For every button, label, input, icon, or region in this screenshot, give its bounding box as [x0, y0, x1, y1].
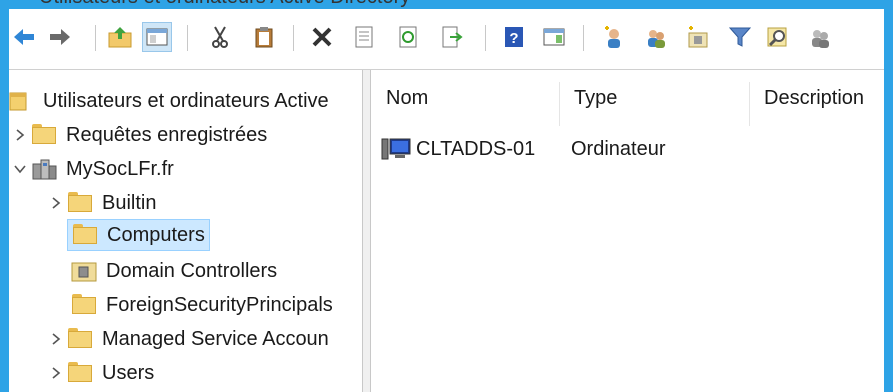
- column-divider[interactable]: [749, 82, 750, 126]
- folder-icon: [71, 294, 97, 316]
- folder-up-icon: [108, 27, 132, 48]
- tree-item-managed-service-accounts[interactable]: Managed Service Accoun: [45, 324, 329, 354]
- tree-root-label: Utilisateurs et ordinateurs Active: [43, 89, 329, 112]
- tree-item-label: MySocLFr.fr: [66, 157, 174, 180]
- tree-item-users[interactable]: Users: [45, 358, 154, 388]
- show-hide-console-tree-button[interactable]: [142, 22, 172, 52]
- filter-icon: [728, 27, 752, 47]
- item-type: Ordinateur: [571, 137, 666, 160]
- tree-item-domain[interactable]: MySocLFr.fr: [9, 154, 174, 184]
- tree-item-label: Computers: [107, 223, 205, 246]
- tree-item-label: Users: [102, 361, 155, 384]
- tree-root[interactable]: Utilisateurs et ordinateurs Active: [9, 86, 329, 116]
- chevron-right-icon[interactable]: [45, 196, 67, 210]
- properties-icon: [355, 26, 373, 48]
- toolbar: ?: [9, 9, 884, 69]
- computer-icon: [381, 137, 413, 161]
- folder-icon: [67, 362, 93, 384]
- item-name: CLTADDS-01: [416, 137, 536, 160]
- folder-icon: [67, 328, 93, 350]
- new-group-icon: [648, 30, 665, 48]
- folder-icon: [67, 192, 93, 214]
- delete-x-icon: [312, 27, 332, 47]
- new-group-button[interactable]: [641, 22, 671, 52]
- list-item[interactable]: CLTADDS-01 Ordinateur: [381, 134, 666, 164]
- find-button[interactable]: [763, 22, 793, 52]
- new-ou-icon: [688, 26, 708, 48]
- column-header-name[interactable]: Nom: [386, 78, 428, 118]
- forward-button[interactable]: [45, 22, 75, 52]
- console-tree: Utilisateurs et ordinateurs Active Requê…: [9, 70, 362, 392]
- clipboard-icon: [255, 27, 273, 48]
- tree-item-computers[interactable]: Computers: [67, 219, 210, 251]
- console-tree-icon: [146, 28, 168, 46]
- help-icon: ?: [505, 27, 523, 47]
- folder-icon: [31, 124, 57, 146]
- tree-item-label: Builtin: [102, 191, 157, 214]
- find-icon: [767, 27, 787, 47]
- tree-item-label: ForeignSecurityPrincipals: [106, 293, 333, 316]
- tree-item-domain-controllers[interactable]: Domain Controllers: [71, 256, 277, 286]
- refresh-button[interactable]: [393, 22, 423, 52]
- up-level-button[interactable]: [105, 22, 135, 52]
- copy-button[interactable]: [249, 22, 279, 52]
- tree-item-label: Requêtes enregistrées: [66, 123, 268, 146]
- details-list: Nom Type Description CLTADDS-01 Ordinate…: [371, 70, 884, 392]
- arrow-right-icon: [50, 29, 70, 45]
- chevron-right-icon[interactable]: [45, 332, 67, 346]
- snapin-icon: [9, 90, 29, 112]
- title-bar-fragment: Utilisateurs et ordinateurs Active Direc…: [9, 0, 884, 9]
- tree-item-saved-queries[interactable]: Requêtes enregistrées: [9, 120, 267, 150]
- action-pane-icon: [543, 28, 565, 46]
- arrow-left-icon: [14, 29, 34, 45]
- cut-button[interactable]: [205, 22, 235, 52]
- add-to-group-button[interactable]: [805, 22, 835, 52]
- tree-item-foreign-security-principals[interactable]: ForeignSecurityPrincipals: [71, 290, 333, 320]
- properties-button[interactable]: [349, 22, 379, 52]
- new-user-button[interactable]: [599, 22, 629, 52]
- chevron-down-icon[interactable]: [9, 164, 31, 174]
- column-header-type[interactable]: Type: [574, 78, 617, 118]
- chevron-right-icon[interactable]: [9, 128, 31, 142]
- folder-icon: [72, 224, 98, 246]
- chevron-right-icon[interactable]: [45, 366, 67, 380]
- tree-item-label: Managed Service Accoun: [102, 327, 329, 350]
- new-ou-button[interactable]: [683, 22, 713, 52]
- refresh-icon: [399, 26, 417, 48]
- tree-item-label: Domain Controllers: [106, 259, 278, 282]
- scissors-icon: [212, 26, 228, 48]
- new-user-icon: [605, 26, 620, 48]
- export-icon: [442, 26, 463, 48]
- column-divider[interactable]: [559, 82, 560, 126]
- domain-icon: [31, 158, 57, 180]
- add-to-group-icon: [812, 30, 829, 48]
- pane-splitter[interactable]: [362, 70, 371, 392]
- column-header-description[interactable]: Description: [764, 78, 864, 118]
- back-button[interactable]: [9, 22, 39, 52]
- help-button[interactable]: ?: [499, 22, 529, 52]
- delete-button[interactable]: [307, 22, 337, 52]
- tree-item-builtin[interactable]: Builtin: [45, 188, 156, 218]
- selected-highlight[interactable]: Computers: [67, 219, 210, 251]
- export-list-button[interactable]: [437, 22, 467, 52]
- svg-text:?: ?: [509, 30, 518, 47]
- filter-button[interactable]: [725, 22, 755, 52]
- show-action-pane-button[interactable]: [539, 22, 569, 52]
- ou-icon: [71, 260, 97, 282]
